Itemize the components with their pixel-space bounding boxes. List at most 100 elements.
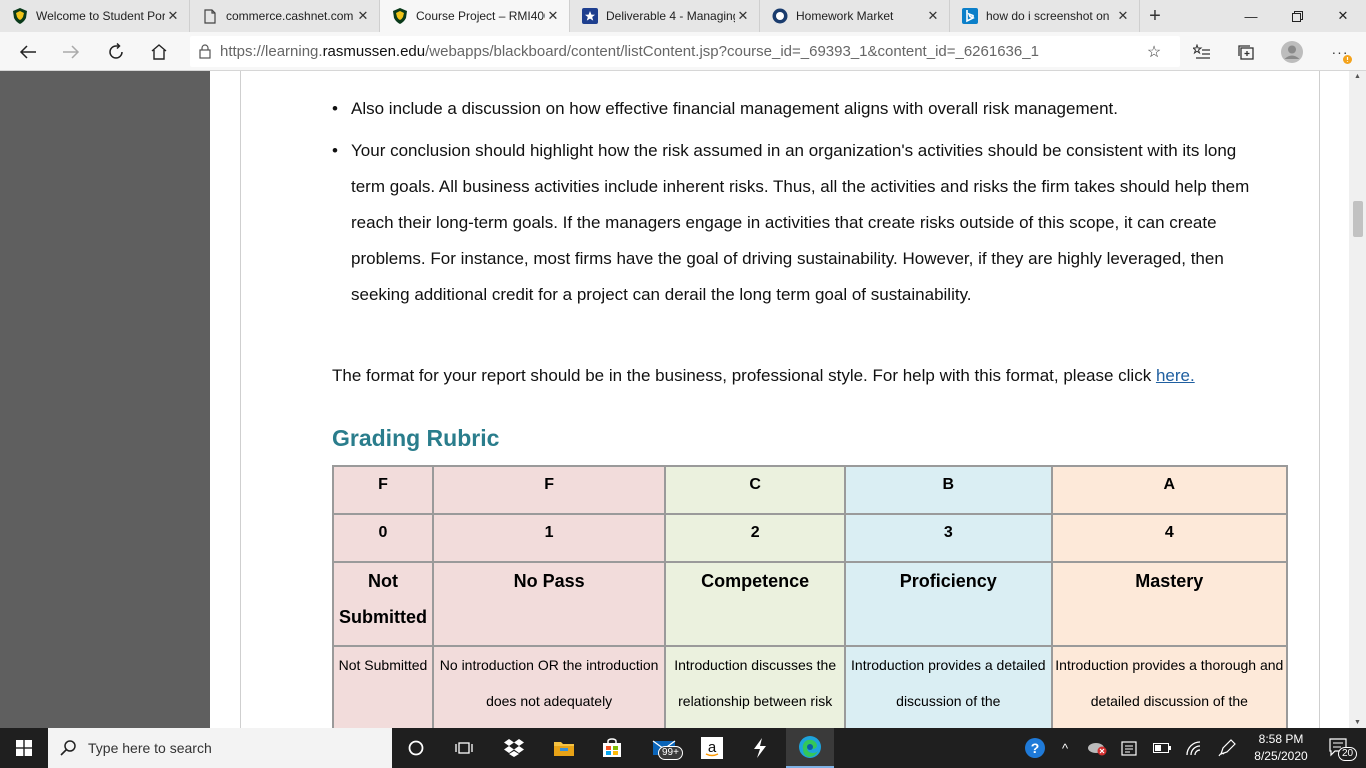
- clipboard-icon[interactable]: [1114, 728, 1144, 768]
- tab-title: how do i screenshot on: [986, 9, 1110, 23]
- close-tab-icon[interactable]: ✕: [165, 8, 181, 24]
- mail-badge: 99+: [658, 746, 683, 760]
- pen-icon[interactable]: [1212, 728, 1242, 768]
- close-tab-icon[interactable]: ✕: [545, 8, 561, 24]
- show-hidden-icons-chevron-icon[interactable]: ^: [1052, 728, 1078, 768]
- level-cell: No Pass: [431, 561, 667, 647]
- new-tab-button[interactable]: +: [1140, 0, 1170, 32]
- taskbar-search-box[interactable]: Type here to search: [48, 728, 392, 768]
- battery-icon[interactable]: [1148, 728, 1176, 768]
- scroll-down-icon[interactable]: ▼: [1352, 719, 1363, 726]
- points-cell: 1: [431, 513, 667, 563]
- points-cell: 4: [1050, 513, 1289, 563]
- refresh-icon[interactable]: [102, 38, 130, 66]
- grade-cell: C: [664, 465, 847, 515]
- forward-icon[interactable]: [57, 38, 85, 66]
- table-row: 0 1 2 3 4: [332, 513, 1289, 563]
- help-icon[interactable]: ?: [1020, 728, 1050, 768]
- close-tab-icon[interactable]: ✕: [735, 8, 751, 24]
- tab-student-portal[interactable]: Welcome to Student Portal ✕: [0, 0, 190, 32]
- task-view-icon[interactable]: [440, 728, 488, 768]
- favorites-list-icon[interactable]: [1188, 38, 1216, 66]
- grade-cell: F: [332, 465, 434, 515]
- scroll-up-icon[interactable]: ▲: [1352, 73, 1363, 80]
- level-cell: Mastery: [1050, 561, 1289, 647]
- svg-text:a: a: [708, 739, 717, 756]
- wifi-icon[interactable]: [1180, 728, 1208, 768]
- home-icon[interactable]: [145, 38, 173, 66]
- close-window-icon[interactable]: ✕: [1320, 0, 1366, 32]
- minimize-icon[interactable]: —: [1228, 0, 1274, 32]
- page-scrollbar[interactable]: ▲ ▼: [1349, 71, 1366, 728]
- instructions-list: • Also include a discussion on how effect…: [332, 91, 1251, 313]
- cortana-icon[interactable]: [392, 728, 440, 768]
- edge-browser-icon[interactable]: [786, 728, 834, 768]
- tab-course-project[interactable]: Course Project – RMI400 ✕: [380, 0, 570, 32]
- url-text[interactable]: https://learning.rasmussen.edu/webapps/b…: [220, 43, 1039, 60]
- search-placeholder: Type here to search: [88, 740, 212, 756]
- page-icon: [202, 8, 218, 24]
- window-controls: — ✕: [1228, 0, 1366, 32]
- back-icon[interactable]: [14, 38, 42, 66]
- shield-icon: [12, 8, 28, 24]
- points-cell: 0: [332, 513, 434, 563]
- dropbox-icon[interactable]: [490, 728, 538, 768]
- level-cell: Competence: [664, 561, 847, 647]
- tab-homework-market[interactable]: Homework Market ✕: [760, 0, 950, 32]
- address-bar[interactable]: https://learning.rasmussen.edu/webapps/b…: [190, 36, 1180, 67]
- lock-icon[interactable]: [190, 44, 220, 59]
- notification-center-icon[interactable]: 20: [1320, 728, 1360, 768]
- table-row: Not Submitted No introduction OR the int…: [332, 645, 1289, 728]
- favorite-star-icon[interactable]: ☆: [1140, 38, 1168, 66]
- points-cell: 3: [844, 513, 1053, 563]
- profile-avatar[interactable]: [1278, 38, 1306, 66]
- page-area: • Also include a discussion on how effect…: [0, 71, 1366, 728]
- settings-more-icon[interactable]: ···: [1326, 38, 1354, 66]
- shield-icon: [392, 8, 408, 24]
- taskbar: Type here to search 99+ a ? ^ 8:58 PM 8/…: [0, 728, 1366, 768]
- list-item: • Also include a discussion on how effect…: [332, 99, 1118, 118]
- store-icon[interactable]: [588, 728, 636, 768]
- close-tab-icon[interactable]: ✕: [1115, 8, 1131, 24]
- system-clock[interactable]: 8:58 PM 8/25/2020: [1248, 731, 1314, 765]
- tab-deliverable[interactable]: Deliverable 4 - Managing ✕: [570, 0, 760, 32]
- level-cell: Proficiency: [844, 561, 1053, 647]
- format-paragraph: The format for your report should be in …: [332, 366, 1195, 385]
- grade-cell: F: [431, 465, 667, 515]
- description-cell: Introduction discusses the relationship …: [664, 645, 847, 728]
- homework-market-icon: [772, 8, 788, 24]
- clock-time: 8:58 PM: [1258, 732, 1304, 746]
- grade-cell: A: [1050, 465, 1289, 515]
- table-row: F F C B A: [332, 465, 1289, 515]
- bing-icon: [962, 8, 978, 24]
- table-row: Not Submitted No Pass Competence Profici…: [332, 561, 1289, 647]
- course-menu-panel: [0, 71, 210, 728]
- scrollbar-thumb[interactable]: [1353, 201, 1363, 237]
- tab-cashnet[interactable]: commerce.cashnet.com ✕: [190, 0, 380, 32]
- format-help-link[interactable]: here.: [1156, 366, 1195, 385]
- description-cell: Not Submitted: [332, 645, 434, 728]
- level-cell: Not Submitted: [332, 561, 434, 647]
- file-explorer-icon[interactable]: [540, 728, 588, 768]
- tab-bing-search[interactable]: how do i screenshot on ✕: [950, 0, 1140, 32]
- list-item: • Your conclusion should highlight how th…: [332, 141, 1250, 304]
- windows-start-icon[interactable]: [0, 728, 48, 768]
- search-icon: [48, 740, 88, 756]
- tab-title: Deliverable 4 - Managing: [606, 9, 735, 23]
- network-error-icon[interactable]: [1082, 728, 1112, 768]
- restore-icon[interactable]: [1274, 0, 1320, 32]
- close-tab-icon[interactable]: ✕: [925, 8, 941, 24]
- clock-date: 8/25/2020: [1254, 749, 1308, 763]
- collections-icon[interactable]: [1232, 38, 1260, 66]
- tab-strip: Welcome to Student Portal ✕ commerce.cas…: [0, 0, 1366, 32]
- description-cell: Introduction provides a detailed discuss…: [844, 645, 1053, 728]
- description-cell: Introduction provides a thorough and det…: [1050, 645, 1289, 728]
- tab-title: Course Project – RMI400: [416, 9, 545, 23]
- svg-text:?: ?: [1031, 740, 1040, 756]
- tab-title: commerce.cashnet.com: [226, 9, 354, 23]
- bolt-app-icon[interactable]: [736, 728, 784, 768]
- mail-icon[interactable]: 99+: [640, 728, 688, 768]
- close-tab-icon[interactable]: ✕: [355, 8, 371, 24]
- notification-count: 20: [1338, 747, 1358, 761]
- amazon-icon[interactable]: a: [688, 728, 736, 768]
